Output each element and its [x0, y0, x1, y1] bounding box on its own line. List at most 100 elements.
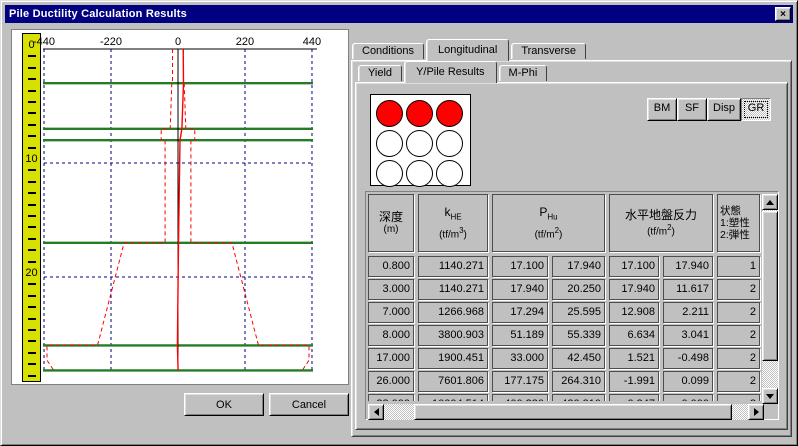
view-button-sf[interactable]: SF	[677, 98, 707, 121]
pile-circle	[406, 160, 433, 187]
table-cell: 6.634	[609, 325, 659, 346]
table-cell: 17.940	[492, 279, 548, 300]
window-title: Pile Ductility Calculation Results	[9, 8, 187, 20]
view-button-group: BMSFDispGR	[647, 98, 771, 121]
table-cell: 177.175	[492, 371, 548, 392]
table-grid: 深度(m)kHE(tf/m3)PHu(tf/m2)水平地盤反力(tf/m2)状態…	[368, 194, 762, 401]
table-cell: 7601.806	[418, 371, 488, 392]
table-cell: 11.617	[663, 279, 713, 300]
table-cell: 0.800	[368, 256, 414, 277]
tab-conditions[interactable]: Conditions	[352, 43, 424, 59]
table-cell: 3.000	[368, 279, 414, 300]
table-cell: 2	[717, 279, 760, 300]
table-cell: 1140.271	[418, 279, 488, 300]
sub-tab-strip: YieldY/Pile ResultsM-Phi	[358, 61, 549, 83]
subtab-yield[interactable]: Yield	[358, 65, 402, 81]
table-cell: 8.000	[368, 325, 414, 346]
column-header-phu: PHu(tf/m2)	[492, 194, 605, 252]
view-button-gr[interactable]: GR	[741, 98, 771, 121]
pile-circle	[436, 160, 463, 187]
arrow-right-icon	[754, 408, 759, 416]
view-button-disp[interactable]: Disp	[707, 98, 741, 121]
table-cell: 1266.968	[418, 302, 488, 323]
pile-ductility-dialog: Pile Ductility Calculation Results × 010…	[0, 0, 798, 446]
tab-transverse[interactable]: Transverse	[511, 43, 586, 59]
table-cell: 7.000	[368, 302, 414, 323]
vertical-scrollbar[interactable]	[762, 194, 778, 404]
table-cell: 42.450	[552, 348, 605, 369]
subtab-y-pile-results[interactable]: Y/Pile Results	[404, 61, 496, 83]
x-axis-tick-label: -220	[100, 36, 122, 48]
table-cell: 3800.903	[418, 325, 488, 346]
table-cell: 264.310	[552, 371, 605, 392]
table-cell: 2.211	[663, 302, 713, 323]
table-cell: 28.000	[368, 394, 414, 401]
x-axis-tick-label: 220	[236, 36, 254, 48]
scroll-down-button[interactable]	[762, 388, 778, 404]
table-cell: 400.230	[492, 394, 548, 401]
table-cell: 17.940	[552, 256, 605, 277]
phu-envelope-curve	[47, 49, 173, 371]
scroll-left-button[interactable]	[368, 404, 384, 420]
table-cell: 2	[717, 348, 760, 369]
column-header-ground-reaction: 水平地盤反力(tf/m2)	[609, 194, 713, 252]
tab-longitudinal[interactable]: Longitudinal	[426, 39, 509, 61]
titlebar[interactable]: Pile Ductility Calculation Results ×	[5, 5, 793, 23]
pile-circle	[406, 130, 433, 157]
pile-circle-selected	[406, 100, 433, 127]
horizontal-scroll-thumb[interactable]	[414, 404, 732, 420]
arrow-up-icon	[766, 200, 774, 205]
pile-circle-selected	[376, 100, 403, 127]
table-cell: 17.294	[492, 302, 548, 323]
cancel-button[interactable]: Cancel	[269, 393, 349, 416]
pile-circle	[376, 130, 403, 157]
table-cell: 10004.514	[418, 394, 488, 401]
table-cell: -1.991	[609, 371, 659, 392]
close-button[interactable]: ×	[775, 7, 791, 21]
table-cell: 20.250	[552, 279, 605, 300]
table-cell: 0.347	[609, 394, 659, 401]
arrow-left-icon	[374, 408, 379, 416]
results-table: 深度(m)kHE(tf/m3)PHu(tf/m2)水平地盤反力(tf/m2)状態…	[365, 191, 779, 420]
scroll-up-button[interactable]	[762, 194, 778, 210]
ok-button[interactable]: OK	[184, 393, 264, 416]
table-cell: 17.940	[609, 279, 659, 300]
table-cell: 1	[717, 256, 760, 277]
table-cell: 55.339	[552, 325, 605, 346]
table-cell: 2	[717, 302, 760, 323]
x-axis-tick-label: 0	[175, 36, 181, 48]
table-cell: 1.521	[609, 348, 659, 369]
horizontal-scrollbar[interactable]	[368, 404, 764, 420]
table-cell: 1140.271	[418, 256, 488, 277]
pile-group-icon	[370, 94, 471, 186]
table-cell: 1900.451	[418, 348, 488, 369]
table-cell: 51.189	[492, 325, 548, 346]
table-cell: 12.908	[609, 302, 659, 323]
table-cell: 17.000	[368, 348, 414, 369]
column-header-depth: 深度(m)	[368, 194, 414, 252]
table-cell: 33.000	[492, 348, 548, 369]
table-cell: 26.000	[368, 371, 414, 392]
subtab-m-phi[interactable]: M-Phi	[499, 65, 548, 81]
table-cell: 2	[717, 325, 760, 346]
arrow-down-icon	[766, 394, 774, 399]
table-cell: 17.940	[663, 256, 713, 277]
ground-reaction-plot: -440 -220 0 220 440	[12, 30, 350, 384]
table-cell: -0.498	[663, 348, 713, 369]
x-axis-tick-label: -440	[33, 36, 55, 48]
table-cell: 430.310	[552, 394, 605, 401]
chart-panel: 01020 -440-2200220440	[11, 29, 349, 385]
table-cell: 0.099	[663, 371, 713, 392]
scroll-right-button[interactable]	[748, 404, 764, 420]
table-cell: 17.100	[609, 256, 659, 277]
pile-circle	[436, 130, 463, 157]
table-cell: 2	[717, 371, 760, 392]
x-axis-tick-label: 440	[303, 36, 321, 48]
vertical-scroll-thumb[interactable]	[762, 211, 778, 361]
pile-circle-selected	[436, 100, 463, 127]
table-cell: 17.100	[492, 256, 548, 277]
main-tab-strip: ConditionsLongitudinalTransverse	[352, 39, 588, 61]
column-header-khe: kHE(tf/m3)	[418, 194, 488, 252]
view-button-bm[interactable]: BM	[647, 98, 677, 121]
phu-envelope-curve	[184, 49, 310, 371]
